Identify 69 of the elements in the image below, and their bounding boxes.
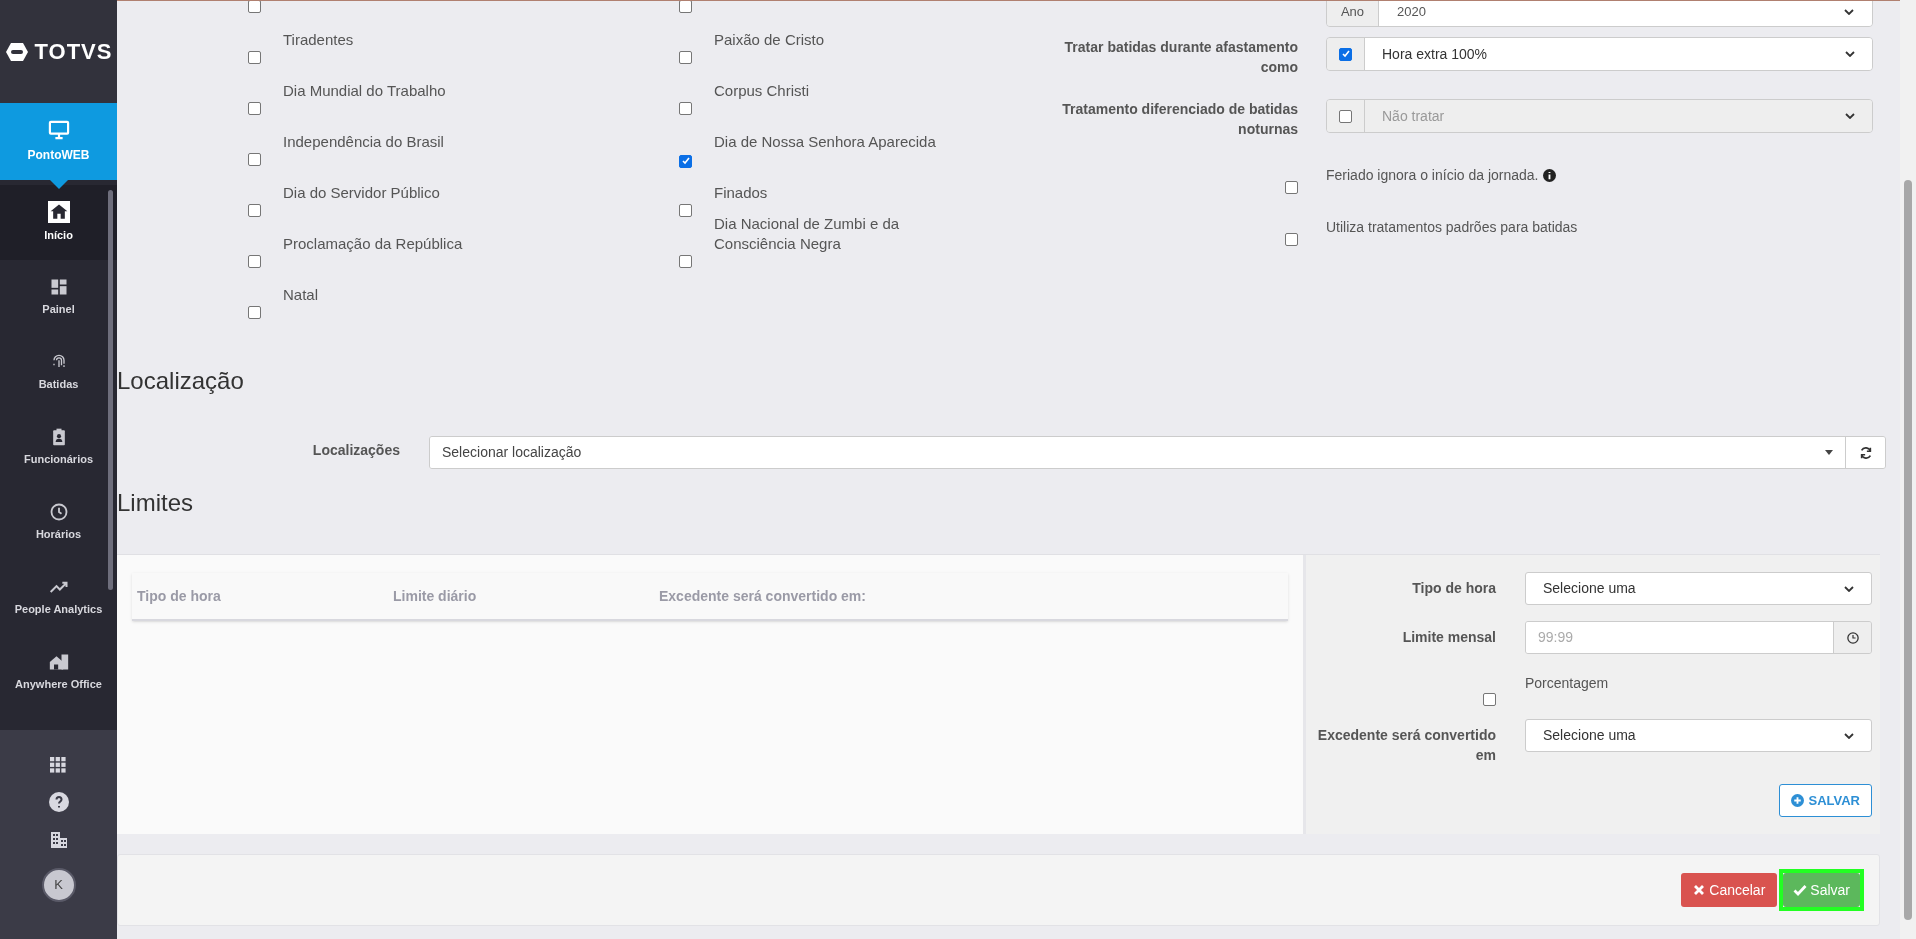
holiday-label: Finados — [714, 183, 768, 203]
column-header: Limite diário — [393, 586, 478, 606]
close-icon — [1693, 884, 1706, 896]
checkbox[interactable] — [1285, 233, 1298, 246]
holiday-label: Tiradentes — [283, 30, 354, 50]
field-label: Tipo de hora — [1411, 579, 1497, 598]
chevron-down-icon — [1844, 585, 1854, 592]
apps-grid-icon[interactable] — [50, 757, 67, 774]
checkbox[interactable] — [1483, 693, 1496, 706]
checkbox[interactable] — [679, 255, 692, 268]
plus-circle-icon — [1791, 794, 1805, 807]
holiday-label: Dia do Servidor Público — [283, 183, 440, 203]
section-title: Limites — [117, 489, 195, 517]
clock-icon — [48, 502, 69, 523]
checkbox[interactable] — [679, 102, 692, 115]
checkbox-label: Porcentagem — [1525, 674, 1609, 693]
scrollbar[interactable] — [1900, 0, 1916, 939]
scrollbar[interactable] — [108, 190, 113, 590]
nav-item[interactable]: People Analytics — [0, 560, 117, 635]
checkbox[interactable] — [248, 306, 261, 319]
checkbox[interactable] — [679, 1, 692, 13]
monitor-icon — [47, 119, 70, 140]
field-label: Tratar batidas durante afastamento como — [1063, 38, 1298, 77]
building-icon[interactable] — [48, 830, 69, 850]
holiday-label: Dia Nacional de Zumbi e da Consciência Negra — [714, 214, 901, 254]
checkbox[interactable] — [248, 204, 261, 217]
holiday-label: Natal — [283, 285, 319, 305]
checkbox[interactable] — [248, 1, 261, 13]
field-label: Excedente será convertido em — [1316, 726, 1497, 765]
holiday-label: Proclamação da República — [283, 234, 463, 254]
check-icon — [1793, 884, 1808, 896]
save-button[interactable]: SALVAR — [1779, 784, 1872, 817]
avatar[interactable]: K — [41, 868, 76, 902]
checkbox[interactable] — [248, 102, 261, 115]
chevron-down-icon — [1844, 732, 1854, 739]
nav-item[interactable]: Batidas — [0, 335, 117, 410]
field-label: Limite mensal — [1401, 628, 1497, 647]
nav-item[interactable]: Funcionários — [0, 410, 117, 485]
checkbox[interactable] — [679, 204, 692, 217]
holiday-label: Dia Mundial do Trabalho — [283, 81, 446, 101]
field-label: Localizações — [311, 441, 401, 460]
building-icon — [48, 652, 69, 673]
nav-item[interactable]: Painel — [0, 260, 117, 335]
column-header: Tipo de hora — [136, 586, 222, 606]
section-title: Localização — [117, 367, 245, 395]
nav-item[interactable]: Horários — [0, 485, 117, 560]
checkbox[interactable] — [248, 255, 261, 268]
cancel-button[interactable]: Cancelar — [1681, 873, 1778, 907]
field-label: Tratamento diferenciado de batidas noturnas — [1061, 100, 1298, 139]
checkbox[interactable] — [679, 51, 692, 64]
checkbox[interactable] — [679, 154, 692, 168]
nav-item[interactable]: Início — [0, 185, 117, 260]
checkbox[interactable] — [248, 153, 261, 166]
holiday-label: Dia de Nossa Senhora Aparecida — [714, 132, 936, 152]
help-icon[interactable] — [48, 792, 69, 812]
checkbox[interactable] — [1285, 181, 1298, 194]
checkbox[interactable] — [248, 51, 261, 64]
info-icon[interactable] — [1543, 169, 1557, 182]
holiday-label: Paixão de Cristo — [714, 30, 825, 50]
checkbox-label: Feriado ignora o início da jornada. — [1326, 166, 1539, 185]
hour-type-select[interactable]: Selecione uma — [1525, 572, 1872, 605]
house-icon — [47, 201, 70, 224]
nav-item[interactable]: Anywhere Office — [0, 635, 117, 710]
holiday-label: Corpus Christi — [714, 81, 810, 101]
logo-text: TOTVS — [34, 38, 113, 66]
conversion-select[interactable]: Selecione uma — [1525, 719, 1872, 752]
checkbox-label: Utiliza tratamentos padrões para batidas — [1326, 218, 1578, 237]
holiday-label: Independência do Brasil — [283, 132, 444, 152]
column-header: Excedente será convertido em: — [659, 586, 867, 606]
